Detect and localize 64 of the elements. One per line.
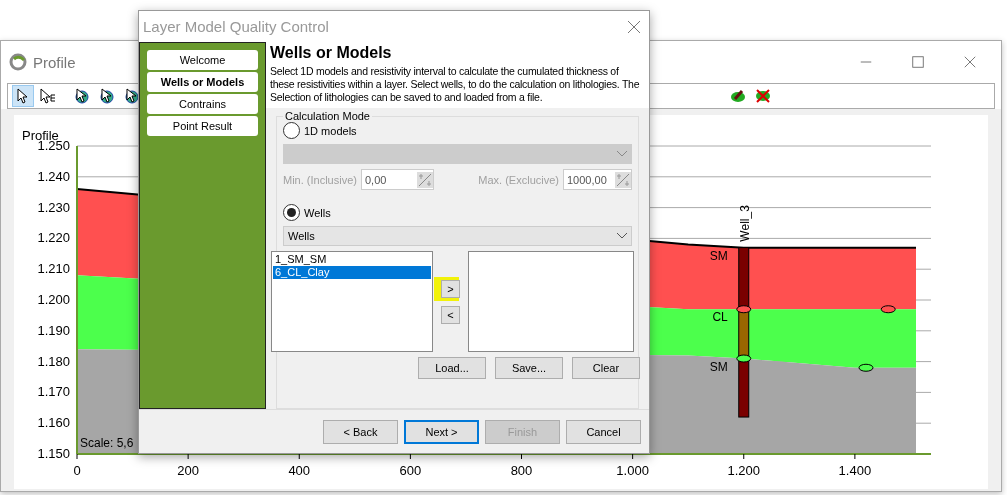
window-title: Profile xyxy=(33,53,76,71)
cursor-icon xyxy=(99,88,115,104)
axis-tick-label: 200 xyxy=(177,463,199,478)
layer-label: CL xyxy=(712,310,728,325)
axis-tick-label: 0 xyxy=(73,463,81,478)
wizard-button[interactable]: < Back xyxy=(323,419,398,444)
layer-label: SM xyxy=(709,248,728,263)
page-heading: Wells or Models xyxy=(270,44,393,62)
models-radio[interactable]: 1D models xyxy=(283,122,632,139)
boundary-marker xyxy=(858,363,874,372)
wells-radio[interactable]: Wells xyxy=(283,204,632,221)
chevron-icon xyxy=(617,233,627,239)
pointer-icon xyxy=(17,88,29,104)
axis-tick-label: 400 xyxy=(288,463,311,478)
boundary-marker xyxy=(736,354,752,363)
axis-tick-label: 1.160 xyxy=(37,415,70,431)
axis-tick-label: 1.200 xyxy=(727,463,761,478)
axis-tick-label: 1.190 xyxy=(37,322,70,338)
delete-icon xyxy=(755,89,771,103)
app-logo-icon xyxy=(9,53,27,71)
axis-tick-label: 1.240 xyxy=(37,168,70,184)
spin-icon xyxy=(615,171,631,188)
axis-tick-label: 800 xyxy=(510,463,533,478)
axis-tick-label: 1.220 xyxy=(37,230,70,246)
page-description: Select 1D models and resistivity interval to calculate the cumulated thickness of these resistivities within a layer. Select wells, to do the calculation on lithologies. The Selection of lithologies can be saved to and loaded from a file. xyxy=(270,65,641,104)
dialog-title: Layer Model Quality Control xyxy=(143,18,330,35)
axis-tick-label: 1.170 xyxy=(37,384,70,400)
wizard-step[interactable]: Welcome xyxy=(147,50,258,70)
file-button[interactable]: Save... xyxy=(495,357,563,379)
list-item[interactable]: 1_SM_SM xyxy=(273,253,431,266)
spin-icon xyxy=(416,171,433,188)
toolbar-button[interactable] xyxy=(12,85,34,107)
axis-tick-label: 1.210 xyxy=(37,261,70,277)
axis-tick-label: 1.400 xyxy=(838,463,872,478)
file-button[interactable]: Load... xyxy=(418,357,486,379)
cursor-icon xyxy=(74,88,90,104)
axis-tick-label: 1.000 xyxy=(616,463,649,478)
move-button[interactable]: < xyxy=(441,305,460,324)
axis-tick-label: 1.230 xyxy=(37,199,70,215)
boundary-marker xyxy=(736,305,752,314)
wizard-button[interactable]: Cancel xyxy=(566,419,641,444)
axis-tick-label: 1.180 xyxy=(37,353,70,369)
axis-tick-label: 1.200 xyxy=(37,292,70,307)
scale-label: Scale: 5,6 xyxy=(80,436,134,450)
wizard-step[interactable]: Point Result xyxy=(147,116,258,136)
field-label: Max. (Exclucive) xyxy=(478,173,559,186)
list-item[interactable]: 6_CL_Clay xyxy=(273,266,431,279)
wizard-step[interactable]: Contrains xyxy=(147,94,258,114)
file-button[interactable]: Clear xyxy=(572,357,640,379)
wells-dropdown[interactable]: Wells xyxy=(283,226,632,246)
pencil-icon xyxy=(730,89,746,103)
group-legend: Calculation Mode xyxy=(283,110,372,122)
cursor-icon xyxy=(124,88,140,104)
boundary-marker xyxy=(880,305,896,314)
chevron-icon xyxy=(617,151,627,157)
layer-label: SM xyxy=(709,359,728,374)
close-icon[interactable] xyxy=(627,19,641,34)
field-label: Min. (Inclusive) xyxy=(283,173,357,186)
axis-tick-label: 600 xyxy=(399,463,422,478)
pointer-list-icon xyxy=(40,88,56,104)
well-name: Well_3 xyxy=(737,205,752,242)
wizard-step[interactable]: Wells or Models xyxy=(147,72,258,92)
axis-tick-label: 1.150 xyxy=(37,446,70,461)
wizard-button[interactable]: Next > xyxy=(404,419,479,444)
